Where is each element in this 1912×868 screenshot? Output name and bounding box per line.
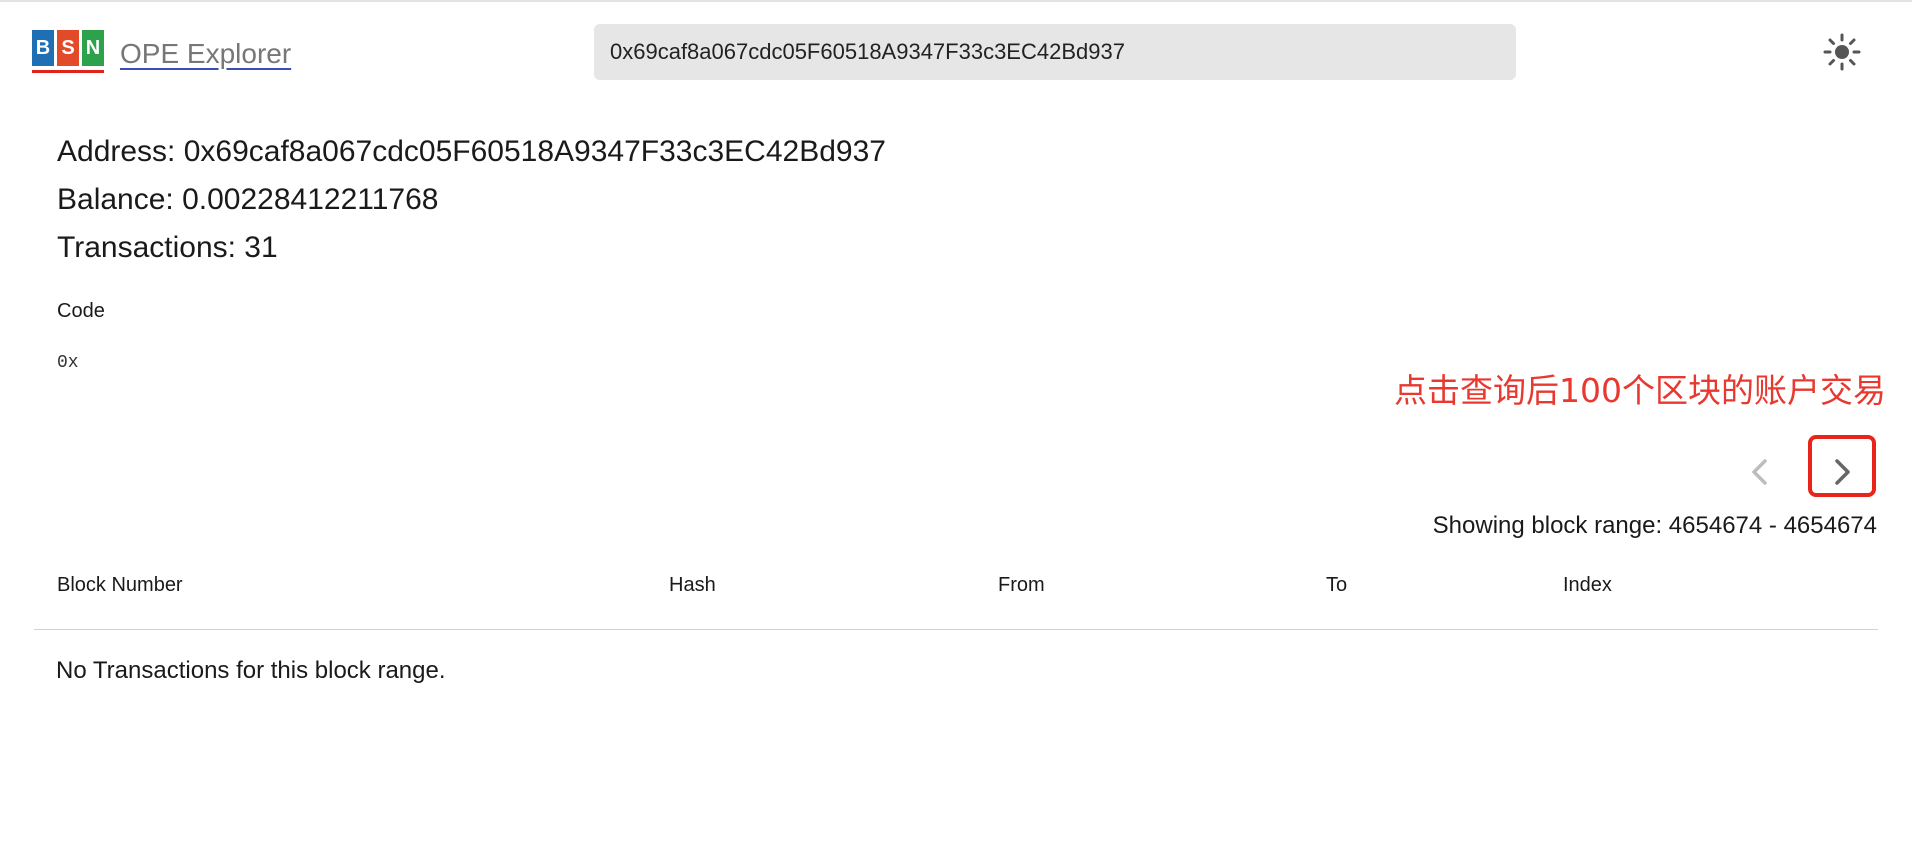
address-line: Address: 0x69caf8a067cdc05F60518A9347F33… [57,135,886,168]
chevron-left-icon [1752,459,1767,485]
sun-icon [1823,33,1861,71]
logo-underline [32,70,104,73]
table-divider [34,629,1878,630]
transactions-line: Transactions: 31 [57,231,278,264]
bsn-logo[interactable]: B S N [32,30,104,74]
annotation-text: 点击查询后100个区块的账户交易 [1394,371,1886,410]
logo-letter-b: B [32,30,54,66]
explorer-page: B S N OPE Explorer Address: 0x69caf8a067… [0,0,1912,868]
balance-line: Balance: 0.00228412211768 [57,183,439,216]
column-header-hash: Hash [669,574,716,596]
address-summary: Address: 0x69caf8a067cdc05F60518A9347F33… [57,128,886,272]
code-value: 0x [57,353,79,373]
column-header-block-number: Block Number [57,574,183,596]
logo-letter-n: N [82,30,104,66]
previous-page-button[interactable] [1736,448,1784,496]
next-button-highlight [1808,435,1876,497]
empty-table-message: No Transactions for this block range. [56,657,446,684]
theme-toggle-button[interactable] [1822,32,1862,72]
logo-letter-s: S [57,30,79,66]
search-input[interactable] [594,24,1516,80]
app-title-link[interactable]: OPE Explorer [120,38,291,70]
column-header-to: To [1326,574,1348,596]
column-header-from: From [998,574,1045,596]
column-header-index: Index [1563,574,1612,596]
code-label: Code [57,300,105,322]
block-range-text: Showing block range: 4654674 - 4654674 [1432,512,1877,539]
